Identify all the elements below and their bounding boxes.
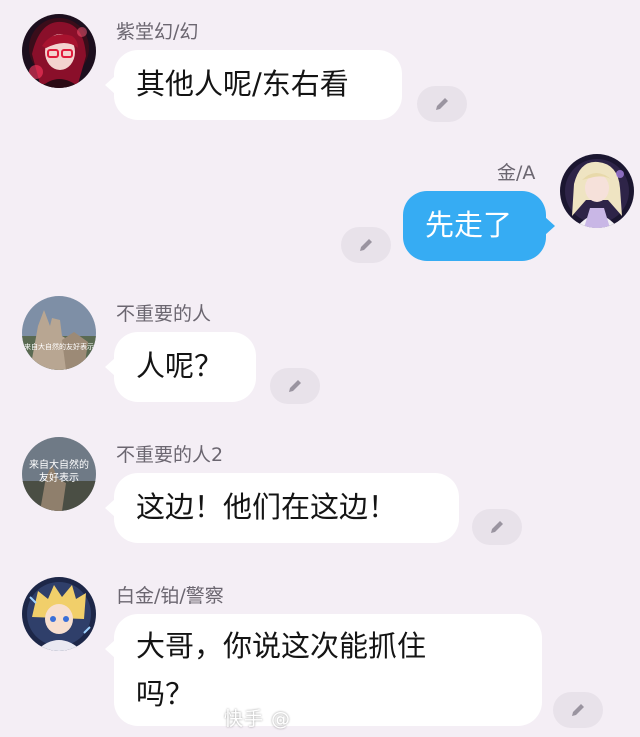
message-line: 吗？ — [136, 677, 195, 711]
sender-name: 紫堂幻/幻 — [116, 21, 199, 43]
edit-button[interactable] — [341, 227, 391, 263]
sender-name: 白金/铂/警察 — [116, 585, 224, 607]
edit-button[interactable] — [472, 509, 522, 545]
watermark: 快手 @ — [224, 708, 292, 730]
sender-name: 不重要的人2 — [116, 444, 224, 466]
pencil-icon — [360, 239, 372, 251]
pencil-icon — [572, 704, 584, 716]
message-bubble[interactable]: 先走了 — [403, 191, 555, 261]
message-bubble[interactable]: 人呢？ — [105, 332, 256, 402]
edit-button[interactable] — [417, 86, 467, 122]
sender-name: 不重要的人 — [116, 303, 212, 325]
message-bubble[interactable]: 这边！他们在这边！ — [105, 473, 459, 543]
avatar-caption: 来自大自然的友好表示 — [24, 342, 94, 351]
avatar[interactable] — [22, 14, 96, 88]
hand-gesture-photo-avatar: 来自大自然的友好表示 — [22, 296, 96, 370]
avatar[interactable] — [22, 577, 96, 651]
avatar[interactable]: 来自大自然的友好表示 — [22, 296, 96, 370]
edit-button[interactable] — [553, 692, 603, 728]
avatar[interactable]: 来自大自然的 友好表示 — [22, 437, 96, 511]
hand-gesture-photo-avatar: 来自大自然的 友好表示 — [22, 437, 96, 511]
pencil-icon — [289, 380, 301, 392]
edit-button[interactable] — [270, 368, 320, 404]
anime-girl-red-glasses-avatar — [22, 14, 96, 88]
avatar-caption: 友好表示 — [39, 471, 79, 484]
sender-name: 金/A — [497, 162, 536, 184]
anime-girl-blonde-avatar — [560, 154, 634, 228]
message-line: 大哥，你说这次能抓住 — [136, 629, 427, 663]
anime-boy-blonde-avatar — [22, 577, 96, 651]
message-bubble[interactable]: 其他人呢/东右看 — [105, 50, 402, 120]
avatar-caption: 来自大自然的 — [29, 458, 89, 471]
message-bubble[interactable]: 大哥，你说这次能抓住 吗？ — [105, 614, 542, 726]
avatar[interactable] — [560, 154, 634, 228]
pencil-icon — [491, 521, 503, 533]
pencil-icon — [436, 98, 448, 110]
